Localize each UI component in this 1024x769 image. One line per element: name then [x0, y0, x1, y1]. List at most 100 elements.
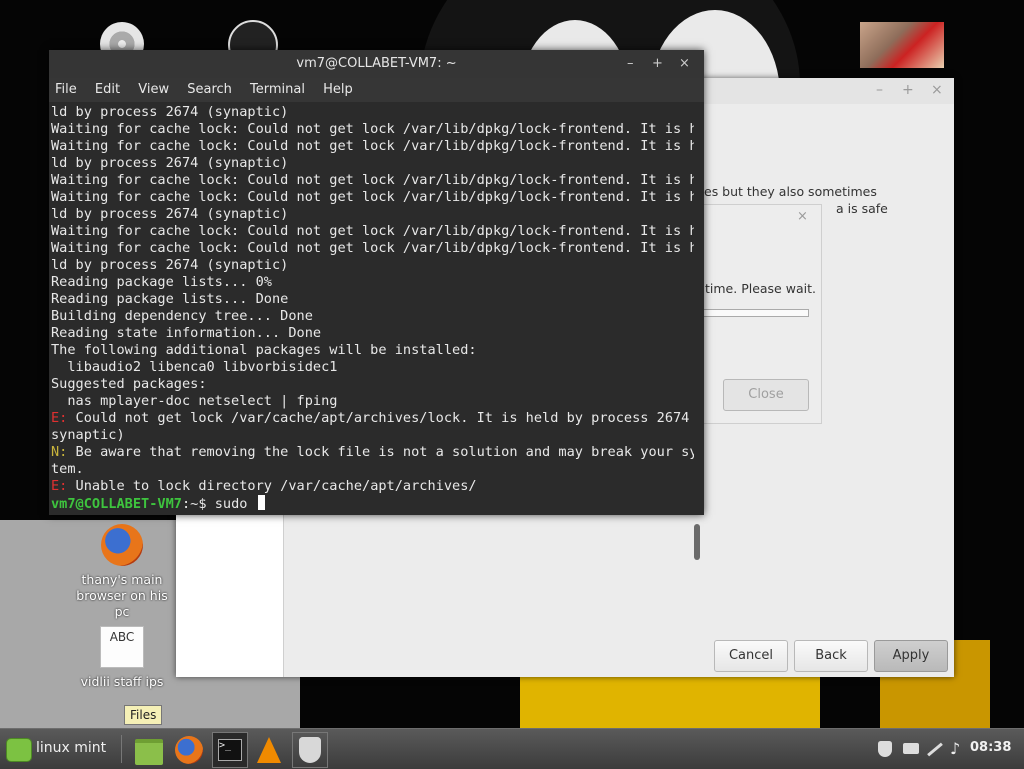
folder-icon [135, 739, 163, 765]
terminal-line-text: ld by process 2674 (synaptic) [51, 257, 289, 273]
terminal-line: Waiting for cache lock: Could not get lo… [51, 223, 694, 240]
terminal-line-text: The following additional packages will b… [51, 342, 477, 358]
terminal-line: E: Unable to lock directory /var/cache/a… [51, 478, 694, 495]
maximize-icon[interactable]: + [652, 50, 663, 78]
terminal-line: libaudio2 libenca0 libvorbisidec1 [51, 359, 694, 376]
error-prefix: E: [51, 410, 68, 426]
files-tooltip: Files [124, 705, 163, 725]
minimize-icon[interactable]: – [627, 50, 634, 78]
desktop-icon-browser[interactable]: thany's main browser on his pc [67, 524, 177, 620]
info-text-line1: es but they also sometimes [704, 184, 877, 199]
progress-dialog: × time. Please wait. Close [700, 204, 822, 424]
terminal-line: Waiting for cache lock: Could not get lo… [51, 138, 694, 155]
dialog-close-icon[interactable]: × [797, 209, 808, 224]
terminal-line: Waiting for cache lock: Could not get lo… [51, 189, 694, 206]
progress-bar [703, 309, 809, 317]
terminal-line-text: Waiting for cache lock: Could not get lo… [51, 138, 694, 154]
note-prefix: N: [51, 444, 68, 460]
menu-edit[interactable]: Edit [95, 82, 120, 97]
terminal-titlebar[interactable]: vm7@COLLABET-VM7: ~ – + × [49, 50, 704, 78]
terminal-line-text: synaptic) [51, 427, 125, 443]
terminal-menubar: File Edit View Search Terminal Help [49, 78, 704, 102]
dialog-message: time. Please wait. [705, 281, 816, 296]
info-text-line2: a is safe [836, 201, 888, 216]
menu-label: linux mint [36, 740, 107, 756]
taskbar-separator [121, 735, 122, 763]
clock[interactable]: 08:38 [970, 740, 1011, 755]
minimize-icon[interactable]: – [876, 82, 883, 98]
keyboard-icon[interactable] [903, 743, 919, 754]
terminal-line-text: ld by process 2674 (synaptic) [51, 104, 289, 120]
terminal-line-text: Waiting for cache lock: Could not get lo… [51, 121, 694, 137]
terminal-line-text: nas mplayer-doc netselect | fping [51, 393, 338, 409]
terminal-line: Reading package lists... Done [51, 291, 694, 308]
terminal-line-text: Waiting for cache lock: Could not get lo… [51, 240, 694, 256]
prompt-line[interactable]: vm7@COLLABET-VM7:~$ sudo [51, 495, 694, 512]
firefox-icon [175, 736, 203, 764]
terminal-line: synaptic) [51, 427, 694, 444]
terminal-title: vm7@COLLABET-VM7: ~ [296, 56, 457, 71]
error-prefix: E: [51, 478, 68, 494]
sound-icon[interactable]: ♪ [950, 739, 960, 758]
terminal-line-text: Reading package lists... 0% [51, 274, 272, 290]
terminal-line-text: Be aware that removing the lock file is … [67, 444, 694, 460]
apply-button[interactable]: Apply [874, 640, 948, 672]
menu-terminal[interactable]: Terminal [250, 82, 305, 97]
desktop-icon-text-file[interactable]: ABC vidlii staff ips [67, 626, 177, 690]
menu-help[interactable]: Help [323, 82, 353, 97]
terminal-line: tem. [51, 461, 694, 478]
close-icon[interactable]: × [679, 50, 690, 78]
files-launcher[interactable] [132, 732, 166, 766]
menu-search[interactable]: Search [187, 82, 232, 97]
terminal-line: E: Could not get lock /var/cache/apt/arc… [51, 410, 694, 427]
cancel-button[interactable]: Cancel [714, 640, 788, 672]
prompt-user-host: vm7@COLLABET-VM7 [51, 496, 182, 512]
terminal-line: The following additional packages will b… [51, 342, 694, 359]
pen-icon[interactable] [927, 742, 943, 757]
taskbar: linux mint >_ ♪ 08:38 [0, 728, 1024, 769]
terminal-line-text: Building dependency tree... Done [51, 308, 313, 324]
desktop-icon-label: browser on his pc [76, 588, 168, 619]
menu-button[interactable]: linux mint [2, 732, 118, 766]
terminal-line-text: Suggested packages: [51, 376, 207, 392]
terminal-line: Waiting for cache lock: Could not get lo… [51, 240, 694, 257]
back-button[interactable]: Back [794, 640, 868, 672]
maximize-icon[interactable]: + [902, 82, 914, 98]
terminal-line: Waiting for cache lock: Could not get lo… [51, 121, 694, 138]
dialog-close-button[interactable]: Close [723, 379, 809, 411]
shield-icon [299, 737, 321, 763]
terminal-line-text: Reading package lists... Done [51, 291, 289, 307]
terminal-line-text: ld by process 2674 (synaptic) [51, 206, 289, 222]
terminal-line: Waiting for cache lock: Could not get lo… [51, 172, 694, 189]
terminal-window[interactable]: vm7@COLLABET-VM7: ~ – + × File Edit View… [49, 50, 704, 560]
terminal-line: ld by process 2674 (synaptic) [51, 257, 694, 274]
vlc-cone-icon [257, 737, 281, 763]
menu-file[interactable]: File [55, 82, 77, 97]
terminal-line: ld by process 2674 (synaptic) [51, 104, 694, 121]
photo-file-icon[interactable] [860, 22, 944, 68]
command-input[interactable]: sudo [215, 496, 256, 512]
terminal-line-text: Waiting for cache lock: Could not get lo… [51, 223, 694, 239]
terminal-line-text: Reading state information... Done [51, 325, 322, 341]
terminal-line: ld by process 2674 (synaptic) [51, 206, 694, 223]
mint-logo-icon [6, 738, 32, 762]
terminal-line: Reading state information... Done [51, 325, 694, 342]
firefox-launcher[interactable] [172, 732, 206, 766]
close-icon[interactable]: × [931, 82, 943, 98]
vlc-launcher[interactable] [252, 732, 286, 766]
update-manager-window-button[interactable] [292, 732, 328, 768]
update-shield-icon[interactable] [878, 741, 892, 757]
terminal-line-text: tem. [51, 461, 84, 477]
terminal-line: nas mplayer-doc netselect | fping [51, 393, 694, 410]
terminal-line: ld by process 2674 (synaptic) [51, 155, 694, 172]
terminal-line-text: libaudio2 libenca0 libvorbisidec1 [51, 359, 338, 375]
firefox-icon [101, 524, 143, 566]
terminal-output[interactable]: ld by process 2674 (synaptic) Waiting for… [49, 104, 694, 513]
terminal-line-text: Waiting for cache lock: Could not get lo… [51, 189, 694, 205]
terminal-scrollbar[interactable] [694, 524, 700, 560]
menu-view[interactable]: View [138, 82, 169, 97]
terminal-icon: >_ [218, 739, 242, 761]
terminal-line-text: Waiting for cache lock: Could not get lo… [51, 172, 694, 188]
desktop-icon-label: vidlii staff ips [80, 674, 164, 689]
terminal-launcher[interactable]: >_ [212, 732, 248, 768]
